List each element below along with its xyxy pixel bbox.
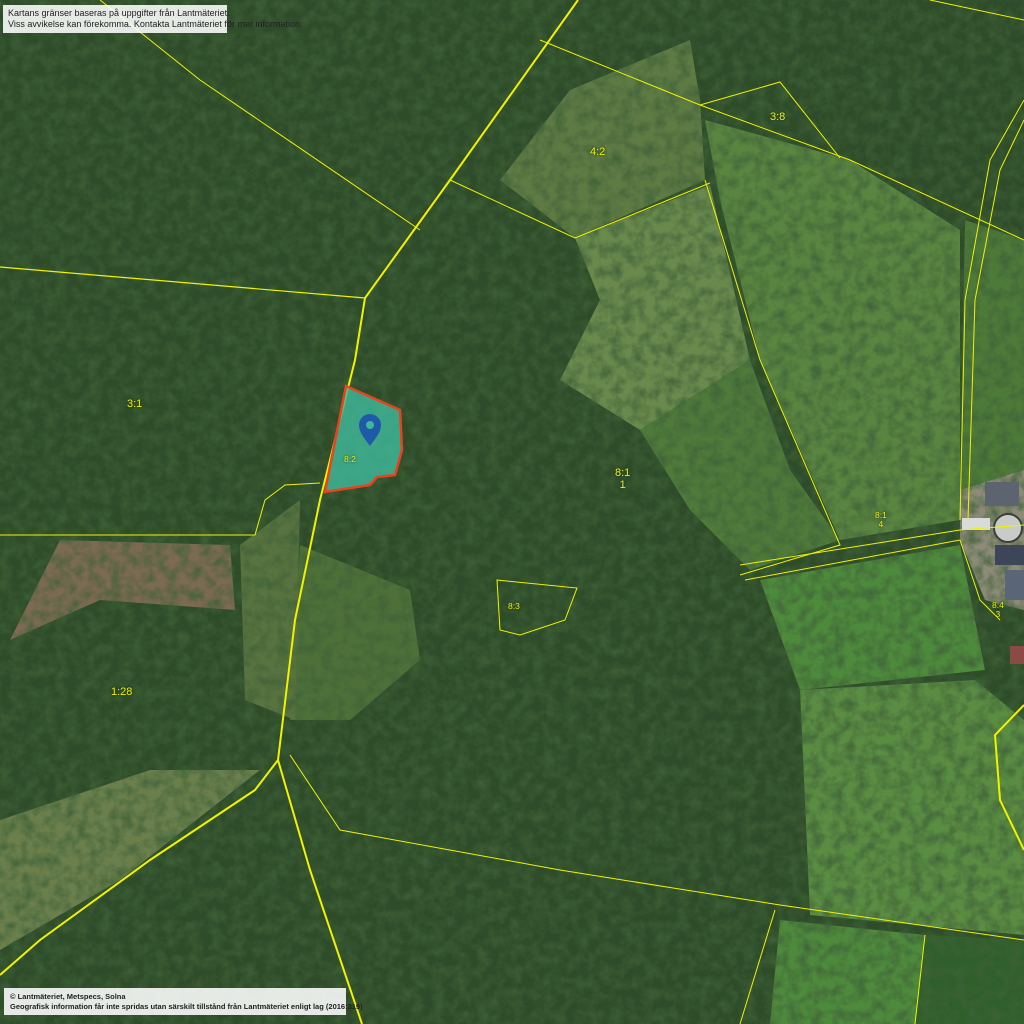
parcel-label-8-3: 8:3 xyxy=(508,601,520,611)
parcel-label-3-1: 3:1 xyxy=(127,398,143,410)
canopy-texture xyxy=(0,0,1024,1024)
parcel-label-8-1-east: 8:1 4 xyxy=(875,511,887,529)
disclaimer-line: Kartans gränser baseras på uppgifter frå… xyxy=(8,8,230,18)
parcel-label-8-2: 8:2 xyxy=(344,454,356,464)
parcel-subnumber: 1 xyxy=(619,479,626,491)
building xyxy=(1005,570,1024,600)
parcel-subnumber: 4 xyxy=(878,519,884,529)
disclaimer-line: Viss avvikelse kan förekomma. Kontakta L… xyxy=(8,19,303,29)
parcel-subnumber: 3 xyxy=(995,609,1001,619)
parcel-label-8-4: 8:4 3 xyxy=(992,601,1004,619)
parcel-label-1-28: 1:28 xyxy=(111,686,133,698)
building xyxy=(985,482,1019,506)
parcel-label-4-2: 4:2 xyxy=(590,146,606,158)
parcel-label-3-8: 3:8 xyxy=(770,111,786,123)
copyright-line: Geografisk information får inte spridas … xyxy=(10,1001,363,1011)
aerial-map[interactable] xyxy=(0,0,1024,1024)
parcel-label-8-1: 8:1 1 xyxy=(615,467,630,491)
building xyxy=(995,545,1024,565)
copyright-notice: © Lantmäteriet, Metspecs, Solna Geografi… xyxy=(4,988,363,1015)
disclaimer-notice: Kartans gränser baseras på uppgifter frå… xyxy=(3,5,303,33)
silo xyxy=(993,513,1023,543)
copyright-line: © Lantmäteriet, Metspecs, Solna xyxy=(10,992,126,1001)
parcel-number: 8:1 xyxy=(615,467,631,479)
building xyxy=(1010,646,1024,664)
